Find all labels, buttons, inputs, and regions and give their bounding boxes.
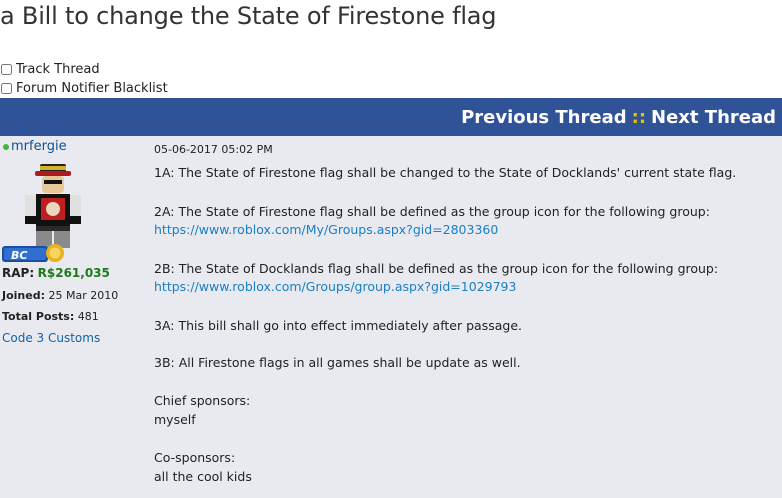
group-link-2[interactable]: https://www.roblox.com/Groups/group.aspx…	[154, 279, 516, 294]
badge-text: BC	[11, 249, 27, 262]
post-line: 2A: The State of Firestone flag shall be…	[154, 204, 710, 219]
post-line: 2B: The State of Docklands flag shall be…	[154, 261, 719, 276]
post-line: myself	[154, 412, 196, 427]
blacklist-label: Forum Notifier Blacklist	[16, 81, 168, 96]
rap-label: RAP:	[2, 266, 35, 280]
joined-value: 25 Mar 2010	[48, 289, 119, 302]
track-thread-option[interactable]: Track Thread	[1, 62, 100, 77]
post-line: 1A: The State of Firestone flag shall be…	[154, 165, 737, 180]
author-group-link[interactable]: Code 3 Customs	[2, 331, 100, 345]
rap-stat: RAP: R$261,035	[2, 266, 110, 280]
posts-value: 481	[77, 310, 99, 323]
post-line: Chief sponsors:	[154, 393, 251, 408]
track-thread-checkbox[interactable]	[1, 64, 12, 75]
post-line: 3A: This bill shall go into effect immed…	[154, 318, 522, 333]
blacklist-checkbox[interactable]	[1, 83, 12, 94]
post: mrfergie BC RAP: R$261,035 Joined: 25 Ma…	[0, 136, 782, 498]
post-line: all the cool kids	[154, 469, 252, 484]
online-status-icon	[3, 144, 9, 150]
joined-label: Joined:	[2, 289, 45, 302]
posts-label: Total Posts:	[2, 310, 75, 323]
track-thread-label: Track Thread	[16, 62, 100, 77]
joined-stat: Joined: 25 Mar 2010	[2, 289, 118, 302]
posts-stat: Total Posts: 481	[2, 310, 99, 323]
author-username[interactable]: mrfergie	[11, 139, 67, 154]
next-thread-link[interactable]: Next Thread	[651, 107, 776, 128]
builders-club-badge-icon: BC	[2, 244, 64, 262]
author-panel: mrfergie BC RAP: R$261,035 Joined: 25 Ma…	[0, 136, 148, 498]
avatar[interactable]	[20, 164, 90, 254]
post-link-line: https://www.roblox.com/My/Groups.aspx?gi…	[154, 222, 498, 237]
thread-nav-bar: Previous Thread :: Next Thread	[0, 98, 782, 136]
blacklist-option[interactable]: Forum Notifier Blacklist	[1, 81, 168, 96]
rap-value: R$261,035	[37, 266, 110, 280]
post-line: 3B: All Firestone flags in all games sha…	[154, 355, 521, 370]
previous-thread-link[interactable]: Previous Thread	[461, 107, 627, 128]
post-link-line: https://www.roblox.com/Groups/group.aspx…	[154, 279, 516, 294]
post-date: 05-06-2017 05:02 PM	[154, 143, 273, 156]
nav-separator: ::	[631, 106, 647, 128]
thread-title: a Bill to change the State of Firestone …	[0, 2, 497, 30]
post-line: Co-sponsors:	[154, 450, 236, 465]
group-link-1[interactable]: https://www.roblox.com/My/Groups.aspx?gi…	[154, 222, 498, 237]
